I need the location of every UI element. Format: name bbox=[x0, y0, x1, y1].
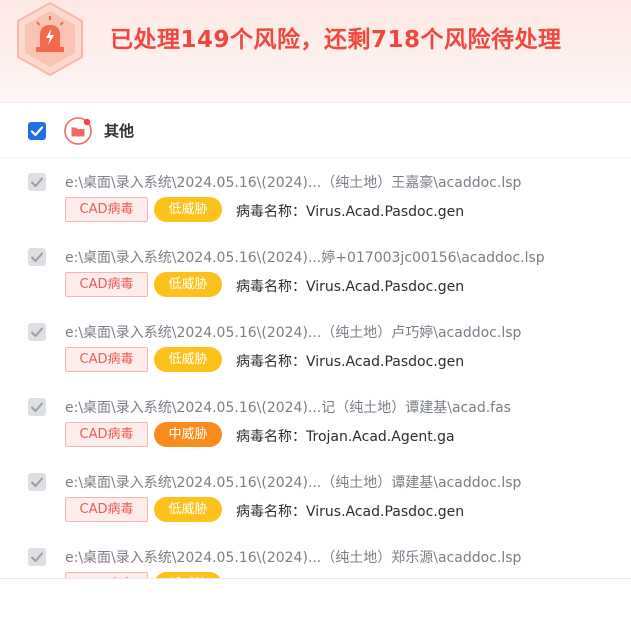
check-icon bbox=[31, 327, 43, 337]
file-path: e:\桌面\录入系统\2024.05.16\(2024)...记（纯土地）谭建基… bbox=[65, 400, 511, 416]
check-icon bbox=[31, 402, 43, 412]
item-checkbox[interactable] bbox=[28, 173, 46, 191]
check-icon bbox=[31, 177, 43, 187]
risk-list-item: e:\桌面\录入系统\2024.05.16\(2024)...婷+017003j… bbox=[0, 234, 631, 309]
risk-list-item: e:\桌面\录入系统\2024.05.16\(2024)...（纯土地）谭建基\… bbox=[0, 459, 631, 534]
group-label: 其他 bbox=[104, 122, 135, 140]
check-icon bbox=[31, 252, 43, 262]
risk-type-tag: CAD病毒 bbox=[65, 572, 148, 578]
shield-alarm-icon bbox=[15, 1, 85, 77]
risk-list-item: e:\桌面\录入系统\2024.05.16\(2024)...（纯土地）王嘉豪\… bbox=[0, 159, 631, 234]
file-path: e:\桌面\录入系统\2024.05.16\(2024)...（纯土地）谭建基\… bbox=[65, 475, 522, 491]
item-checkbox[interactable] bbox=[28, 398, 46, 416]
file-path: e:\桌面\录入系统\2024.05.16\(2024)...（纯土地）卢巧婷\… bbox=[65, 325, 522, 341]
group-select-all-checkbox[interactable] bbox=[28, 122, 46, 140]
item-checkbox[interactable] bbox=[28, 548, 46, 566]
group-header-other: 其他 bbox=[0, 104, 631, 158]
risk-type-tag: CAD病毒 bbox=[65, 272, 148, 297]
item-checkbox[interactable] bbox=[28, 248, 46, 266]
item-checkbox[interactable] bbox=[28, 473, 46, 491]
file-path: e:\桌面\录入系统\2024.05.16\(2024)...（纯土地）郑乐源\… bbox=[65, 550, 522, 566]
file-path: e:\桌面\录入系统\2024.05.16\(2024)...（纯土地）王嘉豪\… bbox=[65, 175, 522, 191]
risk-list-item: e:\桌面\录入系统\2024.05.16\(2024)...（纯土地）卢巧婷\… bbox=[0, 309, 631, 384]
virus-name: 病毒名称：Trojan.Acad.Agent.ga bbox=[236, 429, 455, 445]
threat-level-badge: 中威胁 bbox=[154, 422, 222, 447]
file-path: e:\桌面\录入系统\2024.05.16\(2024)...婷+017003j… bbox=[65, 250, 545, 266]
item-checkbox[interactable] bbox=[28, 323, 46, 341]
folder-icon bbox=[63, 116, 93, 146]
virus-name: 病毒名称：Virus.Acad.Pasdoc.gen bbox=[236, 354, 465, 370]
check-icon bbox=[30, 126, 44, 137]
virus-name: 病毒名称：Virus.Acad.Pasdoc.gen bbox=[236, 279, 465, 295]
page-title: 已处理149个风险，还剩718个风险待处理 bbox=[110, 27, 562, 53]
risk-type-tag: CAD病毒 bbox=[65, 197, 148, 222]
threat-level-badge: 低威胁 bbox=[154, 197, 222, 222]
threat-level-badge: 低威胁 bbox=[154, 347, 222, 372]
risk-list: e:\桌面\录入系统\2024.05.16\(2024)...（纯土地）王嘉豪\… bbox=[0, 159, 631, 579]
risk-list-item: e:\桌面\录入系统\2024.05.16\(2024)...记（纯土地）谭建基… bbox=[0, 384, 631, 459]
virus-name: 病毒名称：Virus.Acad.Pasdoc.gen bbox=[236, 204, 465, 220]
risk-type-tag: CAD病毒 bbox=[65, 422, 148, 447]
check-icon bbox=[31, 477, 43, 487]
risk-type-tag: CAD病毒 bbox=[65, 497, 148, 522]
threat-level-badge: 低威胁 bbox=[154, 272, 222, 297]
check-icon bbox=[31, 552, 43, 562]
threat-level-badge: 低威胁 bbox=[154, 497, 222, 522]
risk-type-tag: CAD病毒 bbox=[65, 347, 148, 372]
threat-level-badge: 低威胁 bbox=[154, 572, 222, 578]
virus-name: 病毒名称：Virus.Acad.Pasdoc.gen bbox=[236, 504, 465, 520]
risk-list-item: e:\桌面\录入系统\2024.05.16\(2024)...（纯土地）郑乐源\… bbox=[0, 534, 631, 578]
risk-summary-banner: 已处理149个风险，还剩718个风险待处理 bbox=[0, 0, 631, 103]
